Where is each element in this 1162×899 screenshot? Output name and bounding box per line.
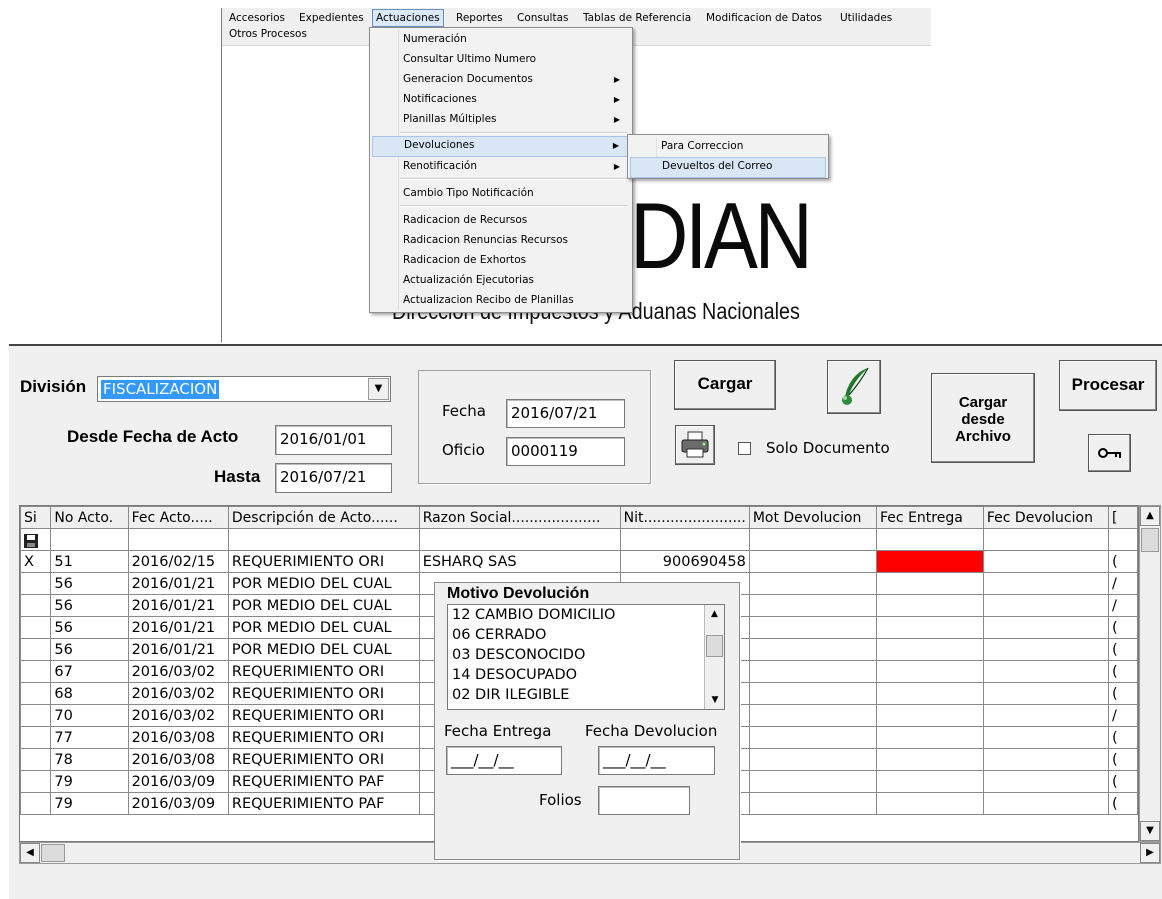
menu-item-actualizacion-recibo-planillas[interactable]: Actualizacion Recibo de Planillas [372,291,630,310]
scroll-down-icon[interactable]: ▼ [705,691,724,709]
menu-item-generacion-documentos[interactable]: Generacion Documentos ▶ [372,70,630,89]
menu-modificacion-datos[interactable]: Modificacion de Datos [703,10,825,26]
horizontal-scroll-thumb[interactable] [41,844,65,862]
col-header-nit[interactable]: Nit....................... [619,506,750,529]
solo-documento-label: Solo Documento [766,439,890,457]
menu-item-radicacion-exhortos[interactable]: Radicacion de Exhortos [372,251,630,270]
key-button[interactable] [1088,434,1131,472]
devoluciones-submenu: Para Correccion Devueltos del Correo [627,134,829,179]
fecha-devolucion-input[interactable]: ___/__/__ [598,746,715,775]
printer-icon [681,431,709,458]
hasta-input[interactable]: 2016/07/21 [275,463,392,493]
menu-item-notificaciones[interactable]: Notificaciones ▶ [372,90,630,109]
menu-otros-procesos[interactable]: Otros Procesos [226,26,310,42]
division-value: FISCALIZACION [101,380,220,399]
menu-utilidades[interactable]: Utilidades [837,10,895,26]
folios-input[interactable] [598,786,690,815]
solo-documento-checkbox[interactable] [738,442,751,455]
cargar-button[interactable]: Cargar [674,360,776,410]
submenu-arrow-icon: ▶ [613,75,620,84]
procesar-button[interactable]: Procesar [1059,360,1157,411]
hasta-label: Hasta [214,467,261,486]
col-header-fec-acto[interactable]: Fec Acto..... [127,506,229,529]
menu-reportes[interactable]: Reportes [453,10,506,26]
menu-item-radicacion-renuncias[interactable]: Radicacion Renuncias Recursos [372,231,630,250]
fec-entrega-highlighted-cell[interactable] [876,550,984,573]
dropdown-arrow-icon[interactable]: ▼ [368,378,389,400]
division-label: División [20,377,87,396]
fecha-devolucion-label: Fecha Devolucion [585,722,718,740]
menu-tablas-referencia[interactable]: Tablas de Referencia [580,10,694,26]
grid-vertical-scrollbar[interactable]: ▲ ▼ [1139,505,1161,842]
key-icon [1097,448,1121,458]
menu-expedientes[interactable]: Expedientes [296,10,367,26]
menu-item-devueltos-correo[interactable]: Devueltos del Correo [630,157,826,178]
submenu-arrow-icon: ▶ [613,95,620,104]
scroll-left-icon[interactable]: ◀ [20,843,40,863]
popup-title: Motivo Devolución [447,585,590,602]
row-save-cell[interactable] [20,528,52,551]
actuaciones-dropdown: Numeración Consultar Ultimo Numero Gener… [369,27,633,313]
desde-fecha-label: Desde Fecha de Acto [67,427,239,446]
submenu-arrow-icon: ▶ [612,141,619,150]
vertical-scroll-thumb[interactable] [1141,528,1159,552]
col-header-mot-devolucion[interactable]: Mot Devolucion [748,506,878,529]
floppy-disk-icon [24,533,38,548]
menu-item-consultar-ultimo-numero[interactable]: Consultar Ultimo Numero [372,50,630,69]
division-combo[interactable]: FISCALIZACION ▼ [97,376,391,402]
menu-item-renotificacion[interactable]: Renotificación ▶ [372,157,630,176]
submenu-arrow-icon: ▶ [613,115,620,124]
motivo-listbox[interactable]: 12 CAMBIO DOMICILIO 06 CERRADO 03 DESCON… [447,604,725,710]
listbox-scrollbar[interactable]: ▲ ▼ [704,605,724,709]
motivo-option[interactable]: 06 CERRADO [452,625,546,645]
col-header-razon-social[interactable]: Razon Social.................... [418,506,621,529]
col-header-extra[interactable]: [ [1108,506,1138,529]
devoluciones-form: División FISCALIZACION ▼ Desde Fecha de … [9,344,1162,899]
motivo-option[interactable]: 14 DESOCUPADO [452,665,577,685]
col-header-descripcion[interactable]: Descripción de Acto...... [227,506,420,529]
scroll-up-icon[interactable]: ▲ [705,605,724,623]
table-row[interactable]: X 51 2016/02/15 REQUERIMIENTO ORI ESHARQ SA… [20,550,1138,573]
dian-logo: DIAN [630,183,813,288]
menu-accesorios[interactable]: Accesorios [226,10,288,26]
quill-button[interactable] [827,360,881,414]
table-row[interactable] [20,528,1138,551]
menu-item-cambio-tipo-notificacion[interactable]: Cambio Tipo Notificación [372,184,630,203]
menu-item-actualizacion-ejecutorias[interactable]: Actualización Ejecutorias [372,271,630,290]
col-header-fec-devolucion[interactable]: Fec Devolucion [982,506,1110,529]
menu-item-radicacion-recursos[interactable]: Radicacion de Recursos [372,211,630,230]
fecha-entrega-input[interactable]: ___/__/__ [446,746,562,775]
scroll-right-icon[interactable]: ▶ [1140,843,1160,863]
menu-item-planillas-multiples[interactable]: Planillas Múltiples ▶ [372,110,630,129]
menu-consultas[interactable]: Consultas [514,10,571,26]
quill-icon [842,367,869,405]
cargar-desde-archivo-button[interactable]: Cargar desde Archivo [931,373,1035,463]
motivo-option[interactable]: 03 DESCONOCIDO [452,645,585,665]
listbox-scroll-thumb[interactable] [706,635,723,657]
fecha-label: Fecha [442,402,486,420]
print-button[interactable] [675,425,715,465]
motivo-option[interactable]: 02 DIR ILEGIBLE [452,685,569,705]
motivo-option[interactable]: 12 CAMBIO DOMICILIO [452,605,615,625]
fecha-input[interactable]: 2016/07/21 [506,399,625,428]
motivo-devolucion-popup: Motivo Devolución 12 CAMBIO DOMICILIO 06… [434,582,740,860]
menu-item-para-correccion[interactable]: Para Correccion [630,137,826,156]
submenu-arrow-icon: ▶ [613,162,620,171]
col-header-no-acto[interactable]: No Acto. [50,506,129,529]
scroll-down-icon[interactable]: ▼ [1140,821,1160,841]
oficio-label: Oficio [442,441,485,459]
folios-label: Folios [539,791,582,809]
grid-header-row: Si No Acto. Fec Acto..... Descripción de… [20,506,1138,529]
col-header-fec-entrega[interactable]: Fec Entrega [876,506,984,529]
fecha-entrega-label: Fecha Entrega [444,722,552,740]
menu-item-numeracion[interactable]: Numeración [372,30,630,49]
menu-actuaciones[interactable]: Actuaciones [372,9,444,27]
scroll-up-icon[interactable]: ▲ [1140,506,1160,526]
menu-item-devoluciones[interactable]: Devoluciones ▶ [372,136,630,157]
oficio-input[interactable]: 0000119 [506,437,625,466]
col-header-si[interactable]: Si [20,506,52,529]
desde-fecha-input[interactable]: 2016/01/01 [275,425,392,455]
